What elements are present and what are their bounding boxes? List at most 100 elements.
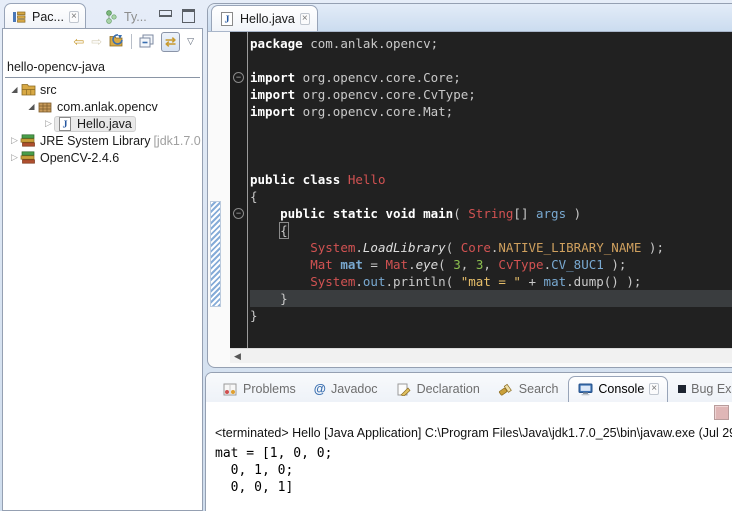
left-panel-tabstrip: Pac... × Ty... [2, 3, 203, 29]
console-output-line: mat = [1, 0, 0; [215, 445, 732, 462]
tree-item-src[interactable]: ◢ src [3, 81, 202, 98]
editor-tabstrip: J Hello.java × [208, 4, 732, 32]
console-icon [577, 383, 593, 396]
bottom-tabstrip: Problems @ Javadoc Declaration Search [206, 373, 732, 402]
tab-package-explorer-label: Pac... [32, 10, 64, 24]
horizontal-scrollbar[interactable]: ◀ [230, 348, 732, 363]
tab-console[interactable]: Console × [568, 376, 668, 402]
javadoc-icon: @ [314, 382, 326, 396]
code-line[interactable] [250, 52, 732, 69]
link-with-editor-icon: ⇄ [165, 34, 176, 49]
tab-declaration[interactable]: Declaration [388, 377, 488, 402]
minimize-icon[interactable] [159, 10, 172, 17]
view-window-buttons [159, 9, 195, 23]
tab-type-hierarchy-label: Ty... [124, 10, 147, 24]
code-line[interactable]: package com.anlak.opencv; [250, 35, 732, 52]
problems-icon [222, 383, 238, 396]
package-icon [37, 101, 53, 113]
back-arrow-icon[interactable]: ⇦ [73, 35, 84, 48]
editor-body: −− package com.anlak.opencv;import org.o… [208, 32, 732, 348]
maximize-icon[interactable] [182, 9, 195, 23]
tree-item-label: Hello.java [77, 117, 132, 131]
close-icon[interactable]: × [649, 383, 659, 395]
code-line[interactable] [250, 154, 732, 171]
code-line[interactable]: import org.opencv.core.CvType; [250, 86, 732, 103]
working-set-header[interactable]: hello-opencv-java [5, 60, 200, 78]
code-line[interactable]: { [250, 188, 732, 205]
scroll-left-icon[interactable]: ◀ [230, 351, 241, 362]
selected-tree-item[interactable]: J Hello.java [54, 116, 136, 132]
search-icon [498, 383, 514, 396]
method-range-indicator [210, 201, 221, 307]
code-line[interactable]: public class Hello [250, 171, 732, 188]
svg-text:J: J [225, 14, 230, 25]
bug-explorer-icon [678, 385, 686, 393]
tab-search[interactable]: Search [490, 377, 567, 402]
collapsed-arrow-icon[interactable]: ▷ [9, 135, 20, 146]
expanded-arrow-icon[interactable]: ◢ [9, 85, 20, 94]
tab-type-hierarchy[interactable]: Ty... [98, 6, 152, 28]
java-file-icon: J [57, 117, 73, 131]
tree-item-package[interactable]: ◢ com.anlak.opencv [3, 98, 202, 115]
view-menu-icon[interactable]: ▽ [187, 36, 194, 47]
tree-item-label: com.anlak.opencv [57, 100, 158, 114]
code-editor[interactable]: package com.anlak.opencv; import org.open… [248, 32, 732, 348]
terminate-icon[interactable] [714, 405, 729, 420]
collapsed-arrow-icon[interactable]: ▷ [43, 118, 54, 129]
fold-ruler: −− [230, 32, 248, 348]
forward-arrow-icon[interactable]: ⇨ [91, 35, 102, 48]
tree-item-label: JRE System Library [40, 134, 150, 148]
tree-item-label: OpenCV-2.4.6 [40, 151, 119, 165]
tab-label: Bug Explorer [691, 382, 732, 396]
package-explorer-toolbar: ⇦ ⇨ ⇄ ▽ [3, 29, 202, 54]
console-output-line: 0, 1, 0; [215, 462, 732, 479]
tree-item-label: src [40, 83, 57, 97]
package-explorer-view: Pac... × Ty... ⇦ ⇨ [2, 3, 203, 511]
editor-tab-label: Hello.java [240, 12, 295, 26]
link-with-editor-button[interactable]: ⇄ [161, 32, 180, 52]
tree-item-opencv-library[interactable]: ▷ OpenCV-2.4.6 [3, 149, 202, 166]
code-line[interactable]: System.out.println( "mat = " + mat.dump(… [250, 273, 732, 290]
code-line[interactable]: } [250, 307, 732, 324]
collapse-all-icon[interactable] [139, 34, 154, 50]
code-line[interactable]: System.LoadLibrary( Core.NATIVE_LIBRARY_… [250, 239, 732, 256]
tab-bug-explorer[interactable]: Bug Explorer [670, 377, 732, 402]
console-toolbar [206, 402, 732, 424]
code-line[interactable]: Mat mat = Mat.eye( 3, 3, CvType.CV_8UC1 … [250, 256, 732, 273]
tab-package-explorer[interactable]: Pac... × [4, 3, 86, 29]
source-folder-icon [20, 83, 36, 96]
java-file-icon: J [219, 12, 235, 26]
expanded-arrow-icon[interactable]: ◢ [26, 102, 37, 111]
package-explorer-body: ⇦ ⇨ ⇄ ▽ hello-opencv-java ◢ [2, 28, 203, 511]
code-line[interactable] [250, 137, 732, 154]
code-line[interactable]: { [250, 222, 732, 239]
console-body: <terminated> Hello [Java Application] C:… [206, 402, 732, 496]
code-line[interactable]: import org.opencv.core.Mat; [250, 103, 732, 120]
console-process-header: <terminated> Hello [Java Application] C:… [206, 424, 732, 442]
collapsed-arrow-icon[interactable]: ▷ [9, 152, 20, 163]
project-tree: ◢ src ◢ com.anlak.opencv ▷ [3, 78, 202, 166]
declaration-icon [396, 383, 412, 396]
close-icon[interactable]: × [69, 11, 79, 23]
fold-collapse-icon[interactable]: − [233, 72, 244, 83]
tab-label: Console [598, 382, 644, 396]
type-hierarchy-icon [103, 10, 119, 24]
code-line[interactable] [250, 120, 732, 137]
tree-item-hello-java[interactable]: ▷ J Hello.java [3, 115, 202, 132]
console-output[interactable]: mat = [1, 0, 0; 0, 1, 0; 0, 0, 1] [215, 445, 732, 496]
svg-text:J: J [63, 119, 68, 130]
code-line[interactable]: } [250, 290, 732, 307]
code-line[interactable]: import org.opencv.core.Core; [250, 69, 732, 86]
tab-problems[interactable]: Problems [214, 377, 304, 402]
tab-javadoc[interactable]: @ Javadoc [306, 377, 386, 402]
tab-hello-java[interactable]: J Hello.java × [211, 5, 318, 31]
tab-label: Javadoc [331, 382, 378, 396]
editor-left-margin [208, 32, 230, 348]
close-icon[interactable]: × [300, 13, 310, 25]
fold-collapse-icon[interactable]: − [233, 208, 244, 219]
editor-area: J Hello.java × −− package com.anlak.open… [207, 3, 732, 368]
tree-item-decoration: [jdk1.7.0 [153, 134, 200, 148]
code-line[interactable]: public static void main( String[] args ) [250, 205, 732, 222]
tree-item-jre-library[interactable]: ▷ JRE System Library [jdk1.7.0 [3, 132, 202, 149]
go-into-icon[interactable] [109, 34, 124, 50]
